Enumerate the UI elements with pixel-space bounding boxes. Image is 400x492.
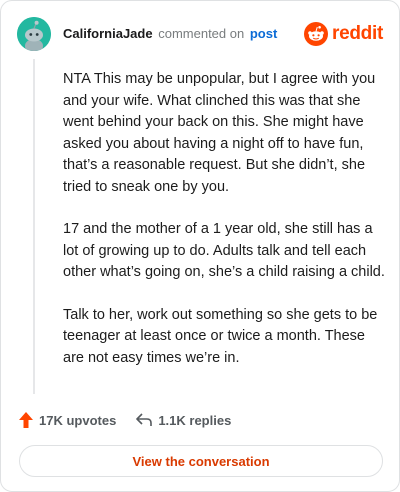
- upvote-arrow-icon: [19, 412, 33, 428]
- view-conversation-button[interactable]: View the conversation: [19, 445, 383, 477]
- comment-body: NTA This may be unpopular, but I agree w…: [63, 69, 385, 390]
- thread-line[interactable]: [33, 59, 35, 394]
- reddit-snoo-icon: [304, 22, 329, 46]
- reply-count: 1.1K replies: [158, 412, 232, 428]
- reddit-logo[interactable]: reddit: [304, 21, 383, 47]
- comment-paragraph: 17 and the mother of a 1 year old, she s…: [63, 221, 385, 280]
- comment-paragraph: NTA This may be unpopular, but I agree w…: [63, 71, 376, 195]
- author-name[interactable]: CaliforniaJade: [63, 26, 153, 41]
- snoo-avatar-icon[interactable]: [17, 17, 51, 51]
- upvote-count: 17K upvotes: [39, 412, 117, 428]
- post-link[interactable]: post: [250, 26, 277, 41]
- comment-paragraph: Talk to her, work out something so she g…: [63, 306, 378, 366]
- commented-on-text: commented on: [158, 26, 245, 41]
- comment-actions: 17K upvotes 1.1K replies: [19, 410, 251, 430]
- embedded-comment-card: CaliforniaJade commented on post reddit …: [0, 0, 400, 492]
- upvote-button[interactable]: 17K upvotes: [19, 412, 116, 428]
- replies-button[interactable]: 1.1K replies: [136, 413, 231, 428]
- author-line: CaliforniaJade commented on post: [63, 26, 277, 42]
- reddit-wordmark: reddit: [332, 23, 383, 44]
- comment-header: CaliforniaJade commented on post reddit: [17, 17, 383, 51]
- reply-arrow-icon: [136, 413, 153, 426]
